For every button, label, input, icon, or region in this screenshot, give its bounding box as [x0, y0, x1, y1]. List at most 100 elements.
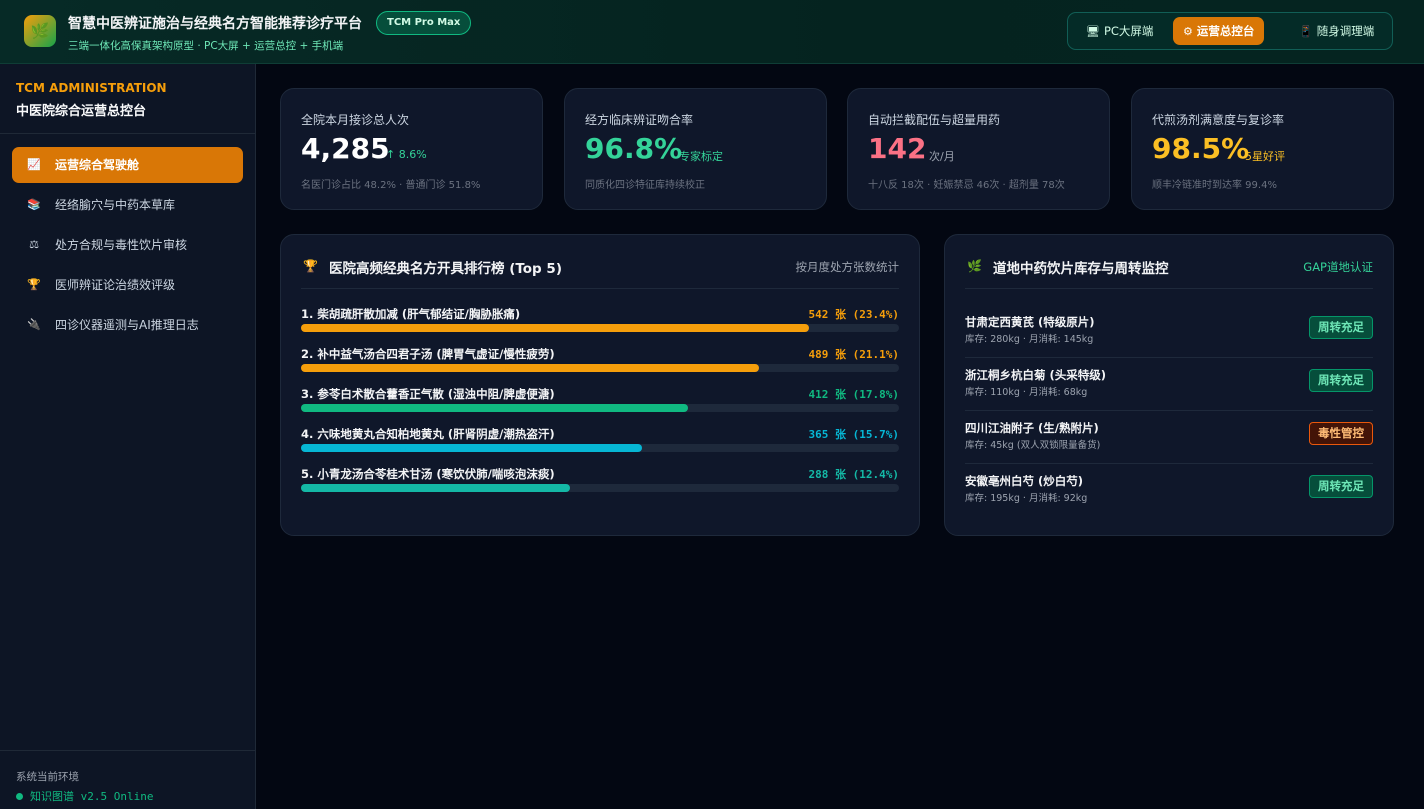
app-subtitle: 三端一体化高保真架构原型 · PC大屏 + 运营总控 + 手机端	[68, 40, 344, 52]
prescription-ranking-panel: 🏆 医院高频经典名方开具排行榜 (Top 5) 按月度处方张数统计 1. 柴胡疏…	[280, 234, 920, 536]
tab-label: 随身调理端	[1316, 24, 1375, 38]
status-badge: 周转充足	[1309, 369, 1373, 392]
herb-stock-meta: 库存: 110kg · 月消耗: 68kg	[965, 387, 1088, 398]
kpi-card-visits: 全院本月接诊总人次 4,285 ↑ 8.6% 名医门诊占比 48.2% · 普通…	[280, 88, 543, 210]
ranking-value: 365 张 (15.7%)	[808, 428, 899, 441]
sidebar-item-label: 处方合规与毒性饮片审核	[55, 238, 188, 252]
panel-note: 按月度处方张数统计	[795, 260, 900, 274]
ranking-track	[301, 404, 899, 412]
scale-icon: ⚖	[29, 238, 39, 251]
inventory-row: 四川江油附子 (生/熟附片) 库存: 45kg (双人双锁限量备货) 毒性管控	[965, 411, 1373, 464]
gear-icon: ⚙	[1183, 25, 1193, 38]
sidebar-item-label: 医师辨证论治绩效评级	[55, 278, 176, 292]
sidebar-header: TCM ADMINISTRATION 中医院综合运营总控台	[0, 64, 255, 134]
ranking-bar	[301, 484, 571, 492]
kpi-note: 顺丰冷链准时到达率 99.4%	[1152, 180, 1277, 191]
kpi-label: 经方临床辨证吻合率	[585, 113, 694, 127]
ranking-value: 542 张 (23.4%)	[808, 308, 899, 321]
sidebar-item-device-telemetry[interactable]: 🔌 四诊仪器遥测与AI推理日志	[12, 307, 243, 343]
kpi-note: 同质化四诊特征库持续校正	[585, 180, 705, 191]
tab-operations-console[interactable]: ⚙ 运营总控台	[1173, 17, 1265, 45]
herb-name: 四川江油附子 (生/熟附片)	[965, 421, 1099, 435]
ranking-name: 3. 参苓白术散合藿香正气散 (湿浊中阻/脾虚便溏)	[301, 387, 555, 401]
kpi-card-accuracy: 经方临床辨证吻合率 96.8% 专家标定 同质化四诊特征库持续校正	[564, 88, 827, 210]
ranking-name: 2. 补中益气汤合四君子汤 (脾胃气虚证/慢性疲劳)	[301, 347, 555, 361]
sidebar: TCM ADMINISTRATION 中医院综合运营总控台 📈 运营综合驾驶舱 …	[0, 64, 256, 809]
ranking-track	[301, 484, 899, 492]
ranking-bar	[301, 324, 810, 332]
sidebar-item-dashboard[interactable]: 📈 运营综合驾驶舱	[12, 147, 243, 183]
trophy-icon: 🏆	[27, 278, 41, 291]
kpi-unit: 次/月	[929, 150, 955, 163]
ranking-name: 5. 小青龙汤合苓桂术甘汤 (寒饮伏肺/喘咳泡沫痰)	[301, 467, 555, 481]
tab-pc-screen[interactable]: 🖥 PC大屏端	[1076, 17, 1163, 45]
ranking-row: 1. 柴胡疏肝散加减 (肝气郁结证/胸胁胀痛) 542 张 (23.4%)	[301, 306, 899, 336]
tab-label: 运营总控台	[1196, 24, 1255, 38]
ranking-name: 4. 六味地黄丸合知柏地黄丸 (肝肾阴虚/潮热盗汗)	[301, 427, 555, 441]
ranking-value: 412 张 (17.8%)	[808, 388, 899, 401]
herb-leaf-icon: 🌿	[24, 15, 56, 47]
herb-sprout-icon: 🌿	[967, 259, 982, 273]
ranking-value: 288 张 (12.4%)	[808, 468, 899, 481]
sidebar-item-label: 经络腧穴与中药本草库	[55, 198, 176, 212]
sidebar-item-herb-library[interactable]: 📚 经络腧穴与中药本草库	[12, 187, 243, 223]
herb-name: 浙江桐乡杭白菊 (头采特级)	[965, 368, 1107, 382]
kpi-label: 代煎汤剂满意度与复诊率	[1152, 113, 1285, 127]
version-badge: TCM Pro Max	[376, 11, 472, 35]
sidebar-item-prescription-audit[interactable]: ⚖ 处方合规与毒性饮片审核	[12, 227, 243, 263]
ranking-track	[301, 324, 899, 332]
app-title: 智慧中医辨证施治与经典名方智能推荐诊疗平台	[68, 16, 362, 32]
ranking-row: 3. 参苓白术散合藿香正气散 (湿浊中阻/脾虚便溏) 412 张 (17.8%)	[301, 386, 899, 416]
tab-label: PC大屏端	[1103, 24, 1154, 38]
tab-mobile[interactable]: 📱 随身调理端	[1289, 17, 1384, 45]
status-badge: 毒性管控	[1309, 422, 1373, 445]
chart-icon: 📈	[27, 158, 41, 171]
sidebar-item-label: 运营综合驾驶舱	[55, 158, 140, 172]
divider	[301, 288, 899, 289]
kpi-note: 十八反 18次 · 妊娠禁忌 46次 · 超剂量 78次	[868, 180, 1065, 191]
inventory-row: 甘肃定西黄芪 (特级原片) 库存: 280kg · 月消耗: 145kg 周转充…	[965, 305, 1373, 358]
ranking-track	[301, 364, 899, 372]
kpi-card-satisfaction: 代煎汤剂满意度与复诊率 98.5% 5星好评 顺丰冷链准时到达率 99.4%	[1131, 88, 1394, 210]
ranking-track	[301, 444, 899, 452]
status-badge: 周转充足	[1309, 316, 1373, 339]
divider	[965, 288, 1373, 289]
ranking-bar	[301, 364, 760, 372]
kpi-value: 98.5%	[1152, 132, 1250, 165]
ranking-row: 5. 小青龙汤合苓桂术甘汤 (寒饮伏肺/喘咳泡沫痰) 288 张 (12.4%)	[301, 466, 899, 496]
ranking-value: 489 张 (21.1%)	[808, 348, 899, 361]
sidebar-item-doctor-rating[interactable]: 🏆 医师辨证论治绩效评级	[12, 267, 243, 303]
inventory-row: 浙江桐乡杭白菊 (头采特级) 库存: 110kg · 月消耗: 68kg 周转充…	[965, 358, 1373, 411]
books-icon: 📚	[27, 198, 41, 211]
panel-title: 医院高频经典名方开具排行榜 (Top 5)	[329, 261, 562, 277]
panel-title: 道地中药饮片库存与周转监控	[993, 261, 1169, 277]
kpi-label: 自动拦截配伍与超量用药	[868, 113, 1001, 127]
kpi-trend: ↑ 8.6%	[386, 148, 427, 161]
certification-label: GAP道地认证	[1303, 260, 1373, 274]
herb-inventory-panel: 🌿 道地中药饮片库存与周转监控 GAP道地认证 甘肃定西黄芪 (特级原片) 库存…	[944, 234, 1394, 536]
kpi-card-interceptions: 自动拦截配伍与超量用药 142 次/月 十八反 18次 · 妊娠禁忌 46次 ·…	[847, 88, 1110, 210]
kpi-tag: 5星好评	[1245, 150, 1285, 163]
ranking-bar	[301, 404, 688, 412]
monitor-icon: 🖥	[1086, 25, 1100, 38]
sidebar-en-title: TCM ADMINISTRATION	[16, 81, 167, 95]
herb-name: 安徽亳州白芍 (炒白芍)	[965, 474, 1084, 488]
herb-stock-meta: 库存: 195kg · 月消耗: 92kg	[965, 493, 1088, 504]
herb-name: 甘肃定西黄芪 (特级原片)	[965, 315, 1095, 329]
status-badge: 周转充足	[1309, 475, 1373, 498]
kpi-label: 全院本月接诊总人次	[301, 113, 410, 127]
phone-icon: 📱	[1299, 25, 1313, 38]
sidebar-item-label: 四诊仪器遥测与AI推理日志	[55, 318, 199, 332]
top-header: 🌿 智慧中医辨证施治与经典名方智能推荐诊疗平台 TCM Pro Max 三端一体…	[0, 0, 1424, 64]
herb-stock-meta: 库存: 280kg · 月消耗: 145kg	[965, 334, 1094, 345]
status-dot	[16, 793, 23, 800]
sidebar-footer: 系统当前环境 知识图谱 v2.5 Online	[0, 750, 255, 809]
inventory-row: 安徽亳州白芍 (炒白芍) 库存: 195kg · 月消耗: 92kg 周转充足	[965, 464, 1373, 517]
kpi-tag: 专家标定	[679, 150, 723, 163]
ranking-name: 1. 柴胡疏肝散加减 (肝气郁结证/胸胁胀痛)	[301, 307, 521, 321]
kpi-note: 名医门诊占比 48.2% · 普通门诊 51.8%	[301, 180, 481, 191]
trophy-icon: 🏆	[303, 259, 318, 273]
plug-icon: 🔌	[27, 318, 41, 331]
view-switcher: 🖥 PC大屏端 ⚙ 运营总控台 📱 随身调理端	[1067, 12, 1393, 50]
ranking-row: 2. 补中益气汤合四君子汤 (脾胃气虚证/慢性疲劳) 489 张 (21.1%)	[301, 346, 899, 376]
